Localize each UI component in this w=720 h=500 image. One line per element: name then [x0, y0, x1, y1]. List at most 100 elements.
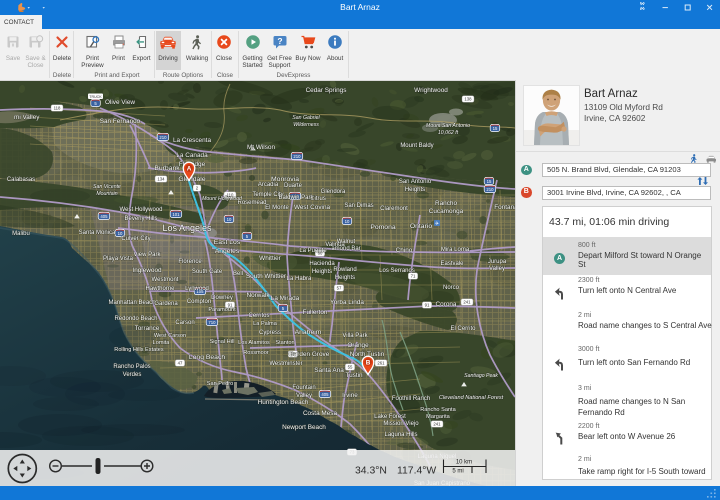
svg-text:Hacienda: Hacienda — [309, 261, 335, 267]
svg-text:San Dimas: San Dimas — [344, 203, 373, 209]
svg-text:Cedar Springs: Cedar Springs — [306, 87, 347, 94]
svg-text:Walnut: Walnut — [337, 239, 356, 245]
svg-text:Downey: Downey — [211, 295, 233, 301]
svg-text:Inglewood: Inglewood — [132, 267, 162, 274]
svg-text:Stanton: Stanton — [275, 340, 294, 346]
svg-text:134: 134 — [157, 177, 165, 182]
svg-text:South Gate: South Gate — [192, 269, 223, 275]
svg-text:Huntington Beach: Huntington Beach — [258, 399, 309, 406]
svg-text:Westminster: Westminster — [269, 361, 302, 367]
svg-text:Rancho: Rancho — [435, 200, 457, 207]
svg-text:Compton: Compton — [187, 299, 211, 305]
svg-text:Mount Hollywood: Mount Hollywood — [202, 196, 243, 202]
svg-text:15: 15 — [493, 126, 498, 131]
svg-text:Heights: Heights — [405, 187, 425, 193]
svg-text:Foothill Ranch: Foothill Ranch — [392, 396, 430, 402]
svg-text:Redondo Beach: Redondo Beach — [114, 316, 157, 322]
svg-text:Arcadia: Arcadia — [258, 182, 279, 188]
svg-text:Manhattan Beach: Manhattan Beach — [108, 300, 155, 306]
svg-text:San Pedro: San Pedro — [207, 381, 233, 387]
svg-text:La Puente: La Puente — [299, 248, 327, 254]
svg-text:Whittier: Whittier — [259, 255, 282, 262]
svg-text:West Carson: West Carson — [154, 333, 186, 339]
svg-text:?: ? — [277, 36, 282, 46]
svg-text:91: 91 — [425, 303, 430, 308]
svg-text:La Canada: La Canada — [176, 152, 208, 159]
svg-text:Gardena: Gardena — [154, 301, 178, 307]
svg-text:Costa Mesa: Costa Mesa — [303, 410, 338, 417]
svg-text:Orange: Orange — [347, 342, 369, 349]
svg-text:10 km: 10 km — [456, 460, 472, 466]
svg-text:34.3°N: 34.3°N — [355, 466, 387, 477]
svg-text:Cypress: Cypress — [259, 330, 281, 336]
svg-text:Villa Park: Villa Park — [342, 333, 368, 339]
svg-text:Fountain: Fountain — [292, 385, 315, 391]
svg-text:Norwalk: Norwalk — [246, 292, 270, 299]
svg-text:Tustin: Tustin — [345, 372, 363, 379]
svg-text:Rossmoor: Rossmoor — [243, 350, 269, 356]
svg-text:Playa Vista: Playa Vista — [103, 256, 134, 262]
svg-text:Wilderness: Wilderness — [293, 122, 319, 128]
svg-text:Torrance: Torrance — [135, 325, 160, 332]
svg-text:Cleveland National Forest: Cleveland National Forest — [439, 395, 504, 401]
svg-text:Florence: Florence — [178, 259, 202, 265]
svg-text:San Gabriel: San Gabriel — [292, 115, 320, 121]
svg-text:Bell: Bell — [233, 271, 243, 277]
svg-text:Heights: Heights — [335, 275, 355, 281]
svg-text:Newport Beach: Newport Beach — [282, 424, 326, 431]
svg-text:Santiago Peak: Santiago Peak — [464, 373, 498, 379]
svg-text:Irvine: Irvine — [342, 392, 358, 399]
svg-text:210: 210 — [159, 135, 167, 140]
svg-text:Verdes: Verdes — [123, 372, 142, 378]
svg-text:Hawthorne: Hawthorne — [145, 286, 175, 292]
svg-text:Mount San Antonio: Mount San Antonio — [426, 123, 470, 129]
svg-text:241: 241 — [463, 300, 471, 305]
svg-text:La Palma: La Palma — [253, 321, 278, 327]
svg-text:Mission Viejo: Mission Viejo — [383, 421, 419, 427]
svg-text:San Fernando: San Fernando — [100, 118, 141, 125]
svg-text:Paramount: Paramount — [208, 307, 236, 313]
svg-text:Cucamonga: Cucamonga — [429, 208, 464, 215]
svg-text:Mount Baldy: Mount Baldy — [400, 143, 433, 149]
svg-text:Pomona: Pomona — [370, 224, 396, 231]
svg-text:Long Beach: Long Beach — [189, 354, 226, 361]
svg-text:Lynwood: Lynwood — [185, 286, 209, 292]
svg-text:10,062 ft: 10,062 ft — [438, 130, 459, 136]
svg-text:Beverly Hills: Beverly Hills — [124, 216, 157, 222]
svg-text:El Cerrito: El Cerrito — [450, 326, 476, 332]
svg-text:Duarte: Duarte — [284, 183, 303, 189]
svg-text:West Hollywood: West Hollywood — [120, 207, 163, 213]
svg-text:47: 47 — [178, 361, 183, 366]
svg-text:118: 118 — [54, 106, 61, 111]
svg-text:210: 210 — [486, 187, 494, 192]
svg-text:5 mi: 5 mi — [452, 469, 463, 475]
svg-text:San Antonio: San Antonio — [399, 179, 432, 185]
svg-text:101: 101 — [172, 212, 180, 217]
svg-text:405: 405 — [100, 214, 108, 219]
svg-text:Wrightwood: Wrightwood — [414, 87, 448, 94]
svg-text:Chino: Chino — [396, 247, 413, 254]
svg-text:10: 10 — [227, 217, 232, 222]
svg-text:Mt Wilson: Mt Wilson — [247, 144, 275, 151]
svg-text:Cerritos: Cerritos — [248, 313, 269, 319]
svg-text:South Whittier: South Whittier — [246, 273, 287, 280]
svg-text:Glendale: Glendale — [178, 176, 205, 183]
svg-text:Malibu: Malibu — [12, 231, 30, 237]
svg-text:Laguna Hills: Laguna Hills — [384, 432, 417, 438]
svg-text:Signal Hill: Signal Hill — [210, 339, 235, 345]
svg-text:117.4°W: 117.4°W — [397, 466, 436, 477]
svg-text:Yorba Linda: Yorba Linda — [330, 299, 364, 306]
svg-text:Margarita: Margarita — [426, 414, 451, 420]
svg-text:amond Bar: amond Bar — [331, 246, 360, 252]
svg-text:Olive View: Olive View — [105, 99, 135, 106]
svg-text:East Los: East Los — [214, 239, 241, 246]
svg-text:71: 71 — [411, 274, 416, 279]
svg-text:La Mirada: La Mirada — [271, 295, 300, 302]
svg-text:261: 261 — [377, 361, 385, 366]
svg-text:Burbank: Burbank — [154, 165, 180, 172]
svg-text:Claremont: Claremont — [380, 206, 408, 212]
svg-text:710: 710 — [208, 320, 216, 325]
svg-text:Rancho Palos: Rancho Palos — [113, 364, 150, 370]
svg-text:Los Serranos: Los Serranos — [379, 268, 415, 274]
svg-text:Baldwin Park: Baldwin Park — [278, 195, 314, 201]
